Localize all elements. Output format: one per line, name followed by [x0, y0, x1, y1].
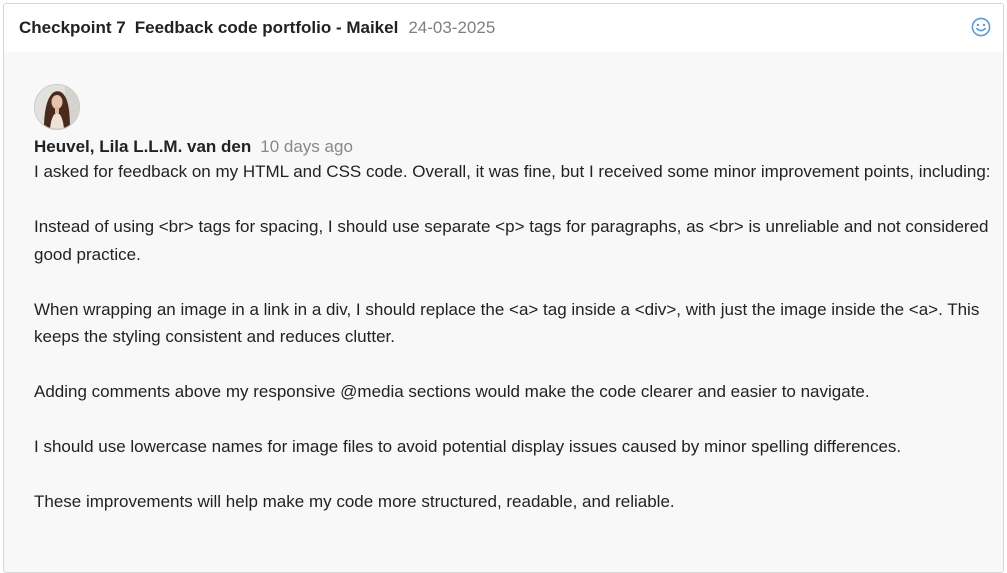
- comment-paragraph: I should use lowercase names for image f…: [34, 437, 902, 456]
- checkpoint-label: Checkpoint 7: [19, 18, 126, 37]
- comment-author[interactable]: Heuvel, Lila L.L.M. van den: [34, 137, 251, 156]
- comment-paragraph: These improvements will help make my cod…: [34, 492, 675, 511]
- comment-time: 10 days ago: [260, 137, 353, 156]
- comment-paragraph: I asked for feedback on my HTML and CSS …: [34, 162, 991, 181]
- feedback-card: Checkpoint 7 Feedback code portfolio - Ma…: [3, 3, 1004, 573]
- comment-message: I asked for feedback on my HTML and CSS …: [34, 158, 994, 516]
- feedback-date: 24-03-2025: [408, 18, 496, 37]
- comment-body: Heuvel, Lila L.L.M. van den 10 days ago I…: [4, 52, 1003, 572]
- comment-paragraph: Instead of using <br> tags for spacing, …: [34, 217, 989, 264]
- avatar[interactable]: [34, 84, 80, 130]
- comment-paragraph: When wrapping an image in a link in a di…: [34, 299, 980, 347]
- card-header: Checkpoint 7 Feedback code portfolio - Ma…: [4, 4, 1003, 52]
- feedback-title: Feedback code portfolio - Maikel: [134, 18, 399, 37]
- comment-meta: Heuvel, Lila L.L.M. van den 10 days ago: [34, 136, 1003, 158]
- comment-paragraph: Adding comments above my responsive @med…: [34, 382, 870, 401]
- smiley-icon[interactable]: [971, 17, 991, 37]
- card-title: Checkpoint 7 Feedback code portfolio - Ma…: [19, 18, 398, 38]
